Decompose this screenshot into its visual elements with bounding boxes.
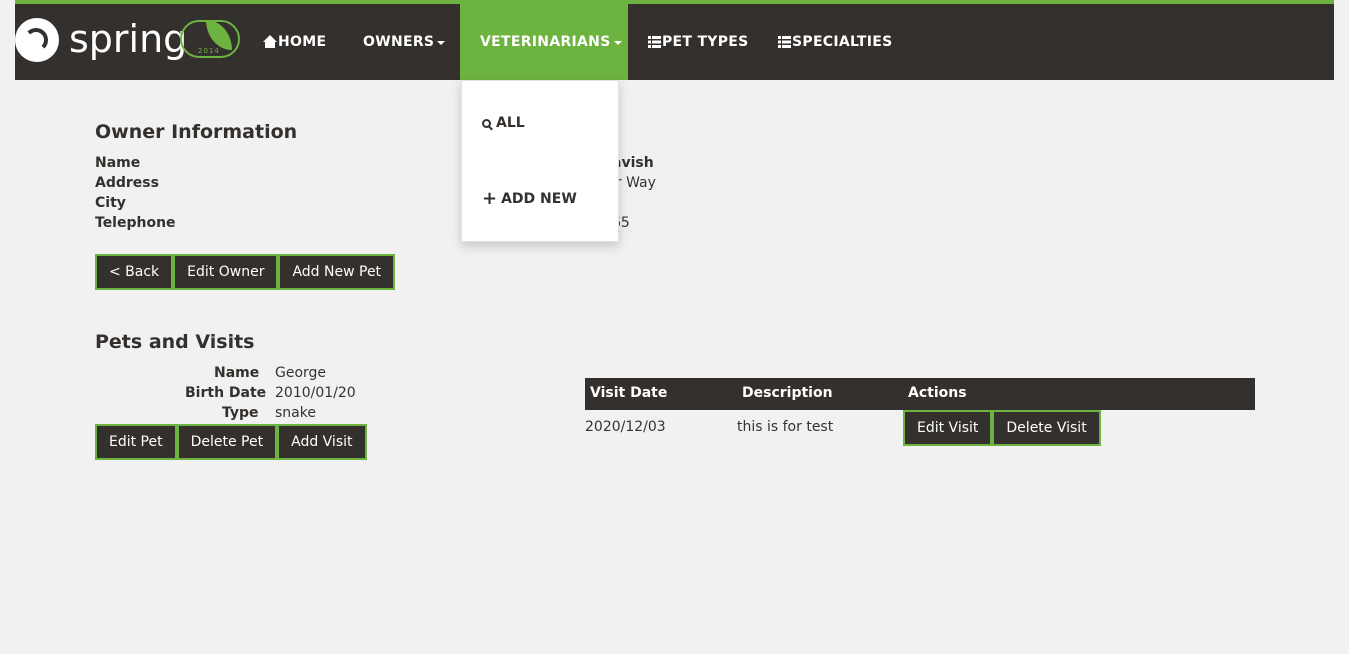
chevron-down-icon: [613, 41, 622, 45]
badge-year: 2014: [198, 47, 220, 55]
actions-header: Actions: [908, 385, 967, 401]
pet-birth-date-value: 2010/01/20: [275, 385, 356, 401]
nav-home-label: HOME: [278, 34, 327, 50]
plus-icon: +: [482, 188, 498, 209]
nav-pet-types-label: PET TYPES: [662, 34, 749, 50]
top-navbar: spring 2014 HOME OWNERS VETERINARIANS PE…: [15, 0, 1334, 80]
owner-telephone-label: Telephone: [95, 215, 176, 231]
owner-address-label: Address: [95, 175, 159, 191]
visits-table: Visit Date Description Actions 2020/12/0…: [585, 378, 1255, 448]
edit-pet-button[interactable]: Edit Pet: [95, 424, 177, 460]
pets-visits-heading: Pets and Visits: [95, 331, 255, 353]
delete-pet-button[interactable]: Delete Pet: [176, 424, 278, 460]
badge-leaf-icon: [206, 20, 232, 50]
spring-logo[interactable]: spring 2014: [15, 16, 245, 66]
visit-actions: Edit Visit Delete Visit: [903, 410, 1101, 446]
visit-description-cell: this is for test: [737, 419, 834, 435]
list-icon: [648, 36, 661, 48]
edit-visit-button[interactable]: Edit Visit: [903, 410, 993, 446]
nav-specialties-label: SPECIALTIES: [792, 34, 893, 50]
edit-owner-button[interactable]: Edit Owner: [173, 254, 279, 290]
nav-specialties[interactable]: SPECIALTIES: [778, 4, 893, 80]
back-button[interactable]: < Back: [95, 254, 174, 290]
visits-table-header: Visit Date Description Actions: [585, 378, 1255, 410]
nav-veterinarians-label: VETERINARIANS: [480, 34, 611, 50]
owner-city-label: City: [95, 195, 126, 211]
pet-type-label: Type: [222, 405, 259, 421]
add-visit-button[interactable]: Add Visit: [277, 424, 367, 460]
delete-visit-button[interactable]: Delete Visit: [992, 410, 1101, 446]
home-icon: [263, 35, 277, 49]
nav-pet-types[interactable]: PET TYPES: [648, 4, 749, 80]
dropdown-item-add-new-label: ADD NEW: [501, 191, 577, 207]
nav-veterinarians[interactable]: VETERINARIANS: [460, 4, 628, 80]
dropdown-item-all-label: ALL: [496, 115, 525, 131]
veterinarians-dropdown-menu: ALL + ADD NEW: [461, 80, 619, 242]
pet-actions: Edit Pet Delete Pet Add Visit: [95, 424, 367, 460]
visit-date-cell: 2020/12/03: [585, 419, 666, 435]
dropdown-item-add-new[interactable]: + ADD NEW: [482, 188, 577, 209]
pet-type-value: snake: [275, 405, 316, 421]
chevron-down-icon: [437, 41, 446, 45]
owner-actions: < Back Edit Owner Add New Pet: [95, 254, 396, 290]
list-icon: [778, 36, 791, 48]
petclinic-badge: 2014: [180, 20, 240, 58]
add-new-pet-button[interactable]: Add New Pet: [278, 254, 396, 290]
brand-wordmark: spring: [69, 17, 188, 61]
nav-owners-label: OWNERS: [363, 34, 435, 50]
nav-owners[interactable]: OWNERS: [363, 4, 446, 80]
pet-name-value: George: [275, 365, 327, 381]
pet-name-label: Name: [214, 365, 260, 381]
visit-date-header: Visit Date: [590, 385, 668, 401]
pet-birth-date-label: Birth Date: [185, 385, 267, 401]
table-row: 2020/12/03 this is for test Edit Visit D…: [585, 410, 1255, 448]
owner-info-heading: Owner Information: [95, 121, 298, 143]
nav-home[interactable]: HOME: [263, 4, 326, 80]
spring-leaf-icon: [15, 18, 59, 62]
search-icon: [482, 118, 491, 128]
owner-name-label: Name: [95, 155, 141, 171]
description-header: Description: [742, 385, 833, 401]
dropdown-item-all[interactable]: ALL: [482, 115, 525, 131]
